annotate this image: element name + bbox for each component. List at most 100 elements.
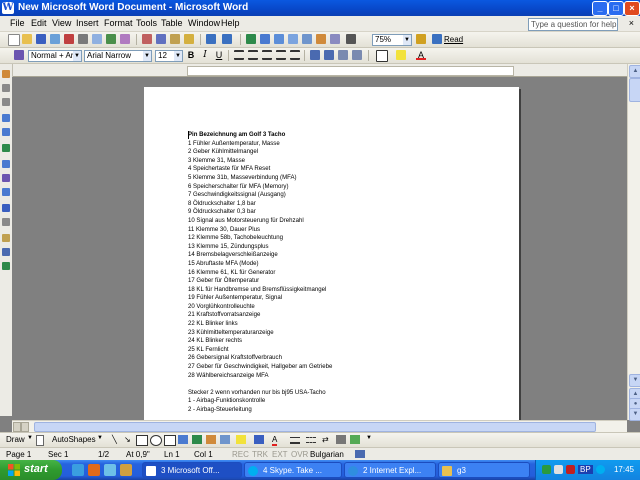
new-document-icon[interactable] [8,34,20,46]
3d-style-icon[interactable] [350,435,360,444]
quicklaunch-firefox-icon[interactable] [88,464,100,476]
open-folder-icon[interactable] [22,34,32,44]
menu-help[interactable]: Help [221,18,240,28]
tool-icon[interactable] [2,70,10,78]
spelling-status-icon[interactable] [355,450,365,458]
paste-icon[interactable] [170,34,180,44]
tool-icon[interactable] [2,218,10,226]
status-trk[interactable]: TRK [252,450,268,459]
align-center-icon[interactable] [248,50,258,60]
tool-icon[interactable] [2,248,10,256]
document-page[interactable]: Pin Bezeichnung am Golf 3 Tacho 1 Fühler… [144,87,519,420]
menu-edit[interactable]: Edit [31,18,47,28]
normal-view-icon[interactable] [13,422,21,432]
minimize-button[interactable]: _ [592,1,608,16]
menu-file[interactable]: File [10,18,25,28]
task-skype[interactable]: 4 Skype. Take ... [244,462,342,478]
draw-menu-button[interactable]: Draw [6,435,25,444]
help-search-input[interactable]: Type a question for help [528,18,618,31]
email-icon[interactable] [64,34,74,44]
horizontal-ruler[interactable] [12,64,627,77]
permission-icon[interactable] [50,34,60,44]
read-button[interactable]: Read [444,35,463,44]
status-ext[interactable]: EXT [272,450,288,459]
tool-icon[interactable] [2,84,10,92]
vertical-scrollbar[interactable]: ▲ ▼ ▲ ● ▼ [627,64,640,421]
font-combo[interactable]: Arial Narrow ▼ [84,50,152,62]
drawing-icon[interactable] [316,34,326,44]
chevron-down-icon[interactable]: ▼ [27,435,33,441]
tool-icon[interactable] [2,144,10,152]
dash-style-icon[interactable] [306,437,316,443]
next-page-icon[interactable]: ▼ [629,408,640,421]
skype-tray-icon[interactable] [596,465,605,474]
arrow-tool-icon[interactable]: ↘ [124,435,131,444]
chevron-down-icon[interactable]: ▼ [97,435,103,441]
oval-tool-icon[interactable] [150,435,162,446]
scroll-down-icon[interactable]: ▼ [629,374,640,387]
justify-icon[interactable] [276,50,286,60]
tool-icon[interactable] [2,188,10,196]
chevron-down-icon[interactable]: ▼ [403,35,411,45]
show-hide-icon[interactable] [346,34,356,44]
copy-icon[interactable] [156,34,166,44]
line-style-icon[interactable] [290,437,300,444]
research-icon[interactable] [120,34,130,44]
menu-view[interactable]: View [52,18,71,28]
cut-icon[interactable] [142,34,152,44]
text-box-icon[interactable] [164,435,176,446]
spelling-icon[interactable] [106,34,116,44]
language-indicator[interactable]: BP [578,465,593,474]
vertical-scroll-thumb[interactable] [629,78,640,102]
tool-icon[interactable] [2,114,10,122]
document-map-icon[interactable] [330,34,340,44]
insert-picture-icon[interactable] [220,435,230,444]
font-color-icon[interactable]: A [272,435,278,446]
format-painter-icon[interactable] [184,34,194,44]
task-word[interactable]: 3 Microsoft Off... [142,462,242,478]
toolbar-options-icon[interactable]: ▼ [366,435,372,441]
word-app-icon[interactable]: W [2,2,14,14]
task-g3[interactable]: g3 [438,462,530,478]
quicklaunch-desktop-icon[interactable] [120,464,132,476]
quicklaunch-messenger-icon[interactable] [104,464,116,476]
title-bar[interactable]: W New Microsoft Word Document - Microsof… [0,0,640,16]
horizontal-scroll-thumb[interactable] [34,422,596,432]
styles-pane-icon[interactable] [14,50,24,60]
quicklaunch-ie-icon[interactable] [72,464,84,476]
underline-button[interactable]: U [214,50,224,60]
align-left-icon[interactable] [234,50,244,60]
tool-icon[interactable] [2,174,10,182]
volume-icon[interactable] [554,465,563,474]
tray-icon[interactable] [566,465,575,474]
document-close-icon[interactable]: × [629,18,634,28]
menu-table[interactable]: Table [161,18,183,28]
chevron-down-icon[interactable]: ▼ [73,51,81,61]
tool-icon[interactable] [2,160,10,168]
tool-icon[interactable] [2,234,10,242]
task-internet-explorer[interactable]: 2 Internet Expl... [344,462,436,478]
borders-icon[interactable] [376,50,388,62]
diagram-icon[interactable] [192,435,202,444]
undo-icon[interactable] [206,34,216,44]
maximize-button[interactable]: □ [608,1,624,16]
document-workspace[interactable]: Pin Bezeichnung am Golf 3 Tacho 1 Fühler… [12,77,627,420]
font-color-icon[interactable]: A [416,50,426,60]
style-combo[interactable]: Normal + Arial ▼ [28,50,82,62]
increase-indent-icon[interactable] [352,50,362,60]
numbering-icon[interactable] [310,50,320,60]
hyperlink-icon[interactable] [246,34,256,44]
font-size-combo[interactable]: 12 ▼ [155,50,183,62]
read-mode-icon[interactable] [432,34,442,44]
rectangle-tool-icon[interactable] [136,435,148,446]
bullets-icon[interactable] [324,50,334,60]
print-layout-view-icon[interactable] [21,422,29,432]
chevron-down-icon[interactable]: ▼ [143,51,151,61]
tool-icon[interactable] [2,128,10,136]
line-color-icon[interactable] [254,435,264,444]
bold-button[interactable]: B [186,50,196,60]
menu-insert[interactable]: Insert [76,18,99,28]
tool-icon[interactable] [2,98,10,106]
fill-color-icon[interactable] [236,435,246,444]
wordart-icon[interactable] [178,435,188,444]
